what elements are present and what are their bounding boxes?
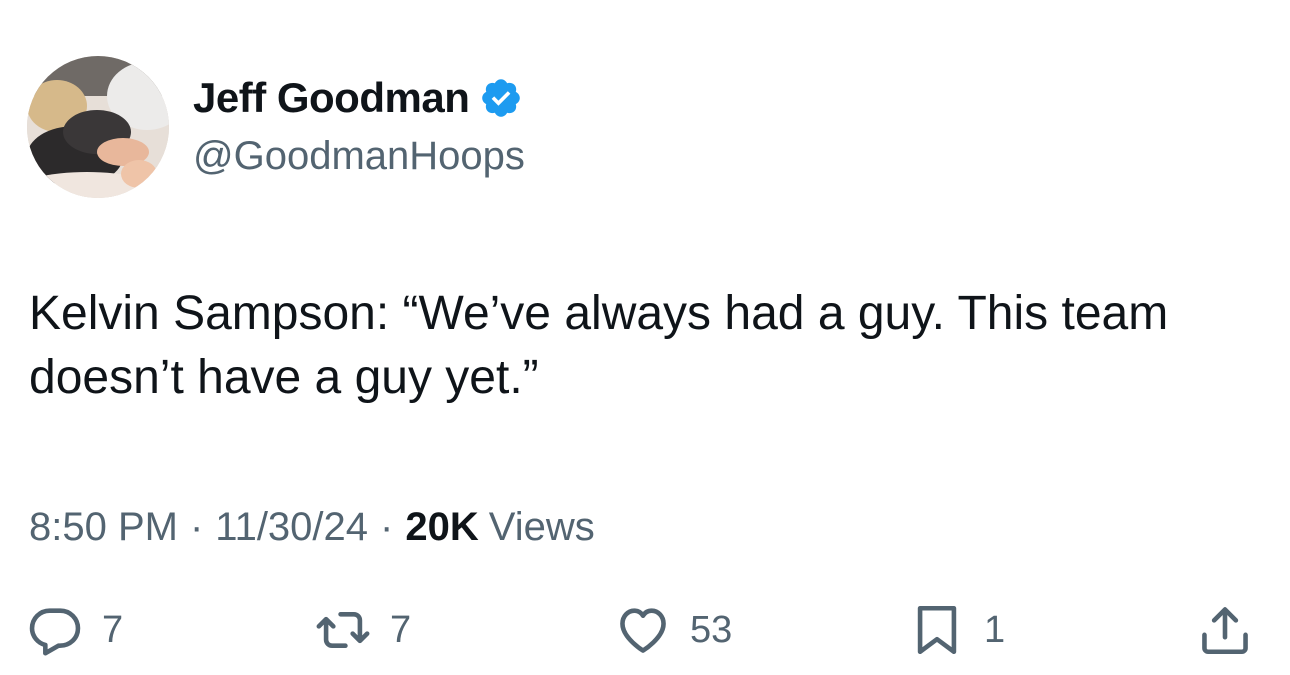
views-label: Views xyxy=(488,504,595,549)
share-button[interactable] xyxy=(1196,598,1254,662)
author-display-name[interactable]: Jeff Goodman xyxy=(193,74,470,122)
retweet-button[interactable]: 7 xyxy=(314,598,411,662)
like-button[interactable]: 53 xyxy=(614,598,732,662)
tweet-text: Kelvin Sampson: “We’ve always had a guy.… xyxy=(29,287,1169,404)
retweet-count: 7 xyxy=(390,608,412,651)
verified-badge-icon[interactable] xyxy=(479,76,523,120)
reply-icon xyxy=(29,608,81,656)
tweet-actions: 7 7 53 1 xyxy=(0,598,1290,662)
like-count: 53 xyxy=(690,608,733,651)
meta-separator: · xyxy=(189,504,204,549)
tweet-meta: 8:50 PM · 11/30/24 · 20K Views xyxy=(29,502,595,552)
tweet-time[interactable]: 8:50 PM xyxy=(29,505,178,550)
bookmark-button[interactable]: 1 xyxy=(908,598,1005,662)
avatar-photo xyxy=(27,56,169,198)
bookmark-count: 1 xyxy=(984,608,1006,651)
share-icon xyxy=(1202,607,1248,655)
reply-count: 7 xyxy=(102,608,124,651)
avatar[interactable] xyxy=(27,56,169,198)
views-count: 20K xyxy=(405,504,479,549)
tweet-date[interactable]: 11/30/24 xyxy=(215,505,368,550)
author-name-row: Jeff Goodman xyxy=(193,72,523,124)
heart-icon xyxy=(620,608,666,653)
reply-button[interactable]: 7 xyxy=(26,598,123,662)
bookmark-icon xyxy=(917,605,957,655)
meta-separator: · xyxy=(380,504,394,549)
retweet-icon xyxy=(316,611,370,649)
author-handle[interactable]: @GoodmanHoops xyxy=(193,134,525,179)
